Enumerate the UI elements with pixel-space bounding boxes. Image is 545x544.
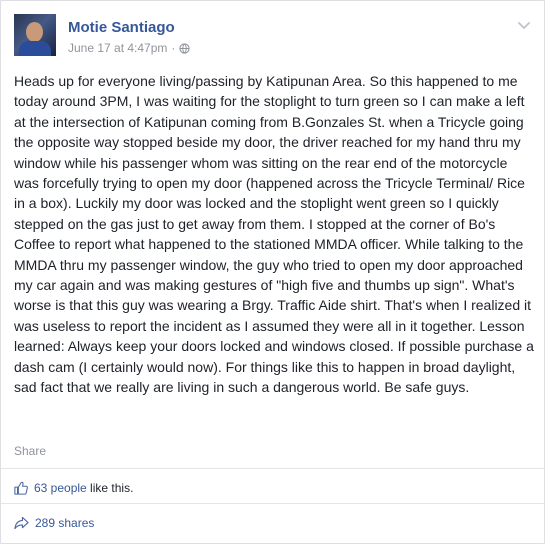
divider xyxy=(1,503,544,504)
shares-summary[interactable]: 289 shares xyxy=(14,516,94,530)
avatar-face xyxy=(26,22,43,42)
author-name[interactable]: Motie Santiago xyxy=(68,19,175,36)
share-link[interactable]: Share xyxy=(14,444,46,458)
meta-separator: · xyxy=(171,41,176,55)
avatar-shirt xyxy=(19,41,51,56)
avatar[interactable] xyxy=(14,14,56,56)
globe-icon[interactable] xyxy=(179,43,191,54)
chevron-down-icon[interactable] xyxy=(516,17,532,33)
post-card: Motie Santiago June 17 at 4:47pm · Heads … xyxy=(0,0,545,544)
post-body: Heads up for everyone living/passing by … xyxy=(14,73,534,396)
shares-count[interactable]: 289 shares xyxy=(35,516,94,530)
likes-summary: 63 people like this. xyxy=(14,481,133,495)
thumbs-up-icon xyxy=(14,481,28,495)
post-header: Motie Santiago June 17 at 4:47pm · xyxy=(14,14,534,62)
divider xyxy=(1,468,544,469)
share-arrow-icon xyxy=(14,516,29,530)
likes-count-link[interactable]: 63 people xyxy=(34,481,87,495)
likes-suffix: like this. xyxy=(86,481,134,495)
post-timestamp[interactable]: June 17 at 4:47pm xyxy=(68,41,167,55)
post-meta: June 17 at 4:47pm · xyxy=(68,41,191,55)
